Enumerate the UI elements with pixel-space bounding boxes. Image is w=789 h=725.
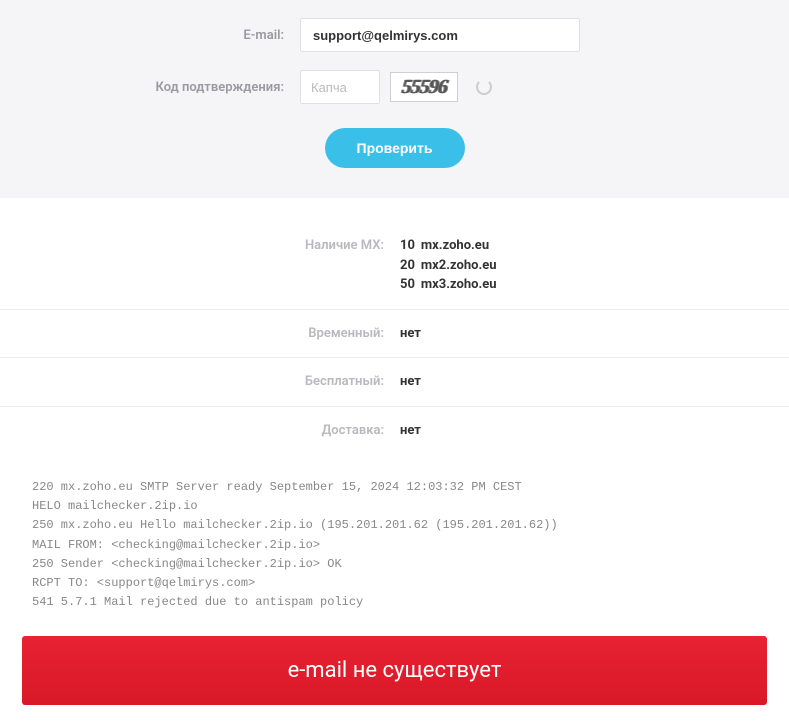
captcha-label: Код подтверждения: (20, 80, 300, 95)
email-row: E-mail: (20, 18, 769, 52)
mx-host: mx2.zoho.eu (421, 256, 497, 276)
mx-row: Наличие MX: 10 mx.zoho.eu 20 mx2.zoho.eu 50 m… (0, 206, 789, 310)
captcha-image: 55596 (390, 72, 458, 102)
temporary-label: Временный: (0, 324, 400, 341)
captcha-text: 55596 (400, 76, 447, 99)
mx-priority: 20 (400, 256, 415, 276)
smtp-log: 220 mx.zoho.eu SMTP Server ready Septemb… (22, 468, 767, 622)
temporary-row: Временный: нет (0, 310, 789, 359)
results-panel: Наличие MX: 10 mx.zoho.eu 20 mx2.zoho.eu 50 m… (0, 198, 789, 454)
status-banner: e-mail не существует (22, 636, 767, 705)
captcha-row: Код подтверждения: 55596 (20, 70, 769, 104)
temporary-value: нет (400, 324, 421, 344)
mx-priority: 10 (400, 236, 415, 256)
delivery-label: Доставка: (0, 421, 400, 438)
refresh-icon[interactable] (476, 79, 492, 95)
email-label: E-mail: (20, 28, 300, 43)
mx-host: mx.zoho.eu (421, 236, 489, 256)
submit-row: Проверить (20, 128, 769, 168)
mx-record: 50 mx3.zoho.eu (400, 275, 497, 295)
captcha-input[interactable] (300, 70, 380, 104)
mx-record: 10 mx.zoho.eu (400, 236, 497, 256)
free-row: Бесплатный: нет (0, 358, 789, 407)
mx-host: mx3.zoho.eu (421, 275, 497, 295)
mx-record: 20 mx2.zoho.eu (400, 256, 497, 276)
free-label: Бесплатный: (0, 372, 400, 389)
mx-label: Наличие MX: (0, 236, 400, 253)
free-value: нет (400, 372, 421, 392)
submit-button[interactable]: Проверить (325, 128, 465, 168)
mx-priority: 50 (400, 275, 415, 295)
form-panel: E-mail: Код подтверждения: 55596 Провери… (0, 0, 789, 198)
email-input[interactable] (300, 18, 580, 52)
delivery-value: нет (400, 421, 421, 441)
mx-value: 10 mx.zoho.eu 20 mx2.zoho.eu 50 mx3.zoho.eu (400, 236, 497, 295)
delivery-row: Доставка: нет (0, 407, 789, 455)
